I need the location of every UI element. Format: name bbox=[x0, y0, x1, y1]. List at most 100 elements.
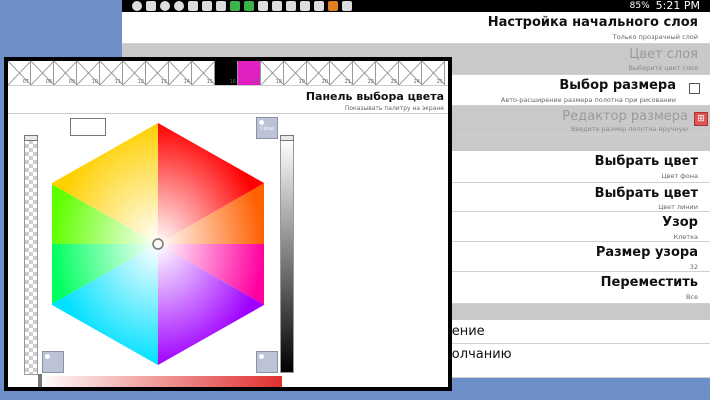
value-slider[interactable] bbox=[280, 139, 294, 373]
youtube-icon bbox=[272, 1, 282, 11]
palette-swatch[interactable]: 07 bbox=[8, 61, 31, 85]
divider bbox=[8, 113, 448, 114]
dot-icon bbox=[259, 354, 264, 359]
swatch-number: 07 bbox=[22, 79, 29, 85]
swatch-number: 09 bbox=[68, 79, 75, 85]
app-icon bbox=[230, 1, 240, 11]
status-bar: 85% 5:21 PM bbox=[122, 0, 710, 12]
swatch-number: 17 bbox=[252, 79, 259, 85]
setting-title: Выбрать цвет bbox=[594, 154, 698, 169]
palette-swatch[interactable]: 19 bbox=[284, 61, 307, 85]
setting-title: Выбрать цвет bbox=[594, 186, 698, 201]
twitter-icon bbox=[216, 1, 226, 11]
value-slider-handle[interactable] bbox=[280, 135, 294, 141]
setting-title: Цвет слоя bbox=[629, 47, 698, 62]
setting-subtitle: 32 bbox=[689, 263, 698, 271]
size-checkbox[interactable] bbox=[689, 83, 700, 94]
palette-swatch[interactable]: 24 bbox=[399, 61, 422, 85]
palette-swatch[interactable]: 25 bbox=[422, 61, 445, 85]
setting-subtitle: Только прозрачный слой bbox=[612, 33, 698, 41]
swatch-number: 16 bbox=[229, 79, 236, 85]
palette-swatch[interactable]: 18 bbox=[261, 61, 284, 85]
swatch-number: 15 bbox=[206, 79, 213, 85]
wrench-icon bbox=[146, 1, 156, 11]
palette-swatch[interactable]: 16 bbox=[215, 61, 238, 85]
corner-button-bottom-right[interactable] bbox=[256, 351, 278, 373]
editor-icon: ⊞ bbox=[694, 112, 708, 126]
swatch-number: 11 bbox=[114, 79, 121, 85]
setting-title: молчанию bbox=[442, 347, 512, 362]
bag-icon bbox=[342, 1, 352, 11]
color-hexagon[interactable] bbox=[52, 123, 264, 365]
app-icon bbox=[174, 1, 184, 11]
hue-strip[interactable] bbox=[38, 376, 282, 387]
setting-subtitle: Клетка bbox=[673, 233, 698, 241]
setting-subtitle: Введите размер полотна вручную bbox=[570, 125, 688, 133]
youtube-icon bbox=[300, 1, 310, 11]
close-button[interactable]: Close bbox=[256, 117, 278, 139]
swatch-number: 14 bbox=[183, 79, 190, 85]
color-picker-screenshot: 07 08 09 10 11 12 13 14 15 16 17 18 19 20 21 22 23 24 25 П… bbox=[4, 57, 452, 391]
setting-subtitle: Авто-расширение размера полотна при рисо… bbox=[500, 96, 676, 104]
palette-bar: 07 08 09 10 11 12 13 14 15 16 17 18 19 20 21 22 23 24 25 bbox=[8, 61, 448, 86]
setting-title: Редактор размера bbox=[562, 109, 688, 124]
palette-swatch[interactable]: 14 bbox=[169, 61, 192, 85]
battery-level: 85% bbox=[629, 0, 650, 11]
swatch-number: 12 bbox=[137, 79, 144, 85]
palette-swatch[interactable]: 23 bbox=[376, 61, 399, 85]
hue-strip-handle[interactable] bbox=[38, 374, 42, 387]
hexagon-svg bbox=[52, 123, 264, 365]
palette-swatch[interactable]: 13 bbox=[146, 61, 169, 85]
setting-subtitle: Цвет фона bbox=[661, 172, 699, 180]
palette-swatch[interactable]: 21 bbox=[330, 61, 353, 85]
corner-button-bottom-left[interactable] bbox=[42, 351, 64, 373]
usb-icon bbox=[160, 1, 170, 11]
setting-subtitle: Все bbox=[685, 293, 698, 301]
swatch-number: 22 bbox=[367, 79, 374, 85]
palette-swatch[interactable]: 15 bbox=[192, 61, 215, 85]
app-icon bbox=[244, 1, 254, 11]
setting-title: Настройка начального слоя bbox=[487, 15, 698, 30]
youtube-icon bbox=[286, 1, 296, 11]
swatch-number: 10 bbox=[91, 79, 98, 85]
status-right: 85% 5:21 PM bbox=[630, 0, 700, 12]
palette-swatch[interactable]: 22 bbox=[353, 61, 376, 85]
close-label: Close bbox=[260, 126, 274, 132]
setting-initial-layer[interactable]: Настройка начального слоя Только прозрач… bbox=[122, 12, 710, 44]
squirrel-icon bbox=[328, 1, 338, 11]
palette-swatch[interactable]: 10 bbox=[77, 61, 100, 85]
swatch-number: 19 bbox=[298, 79, 305, 85]
swatch-number: 24 bbox=[413, 79, 420, 85]
palette-swatch[interactable]: 09 bbox=[54, 61, 77, 85]
warning-icon bbox=[202, 1, 212, 11]
notification-icons bbox=[132, 1, 352, 11]
twitter-icon bbox=[188, 1, 198, 11]
alpha-slider[interactable] bbox=[24, 139, 38, 375]
setting-subtitle: Цвет линии bbox=[658, 203, 698, 211]
clock: 5:21 PM bbox=[655, 0, 700, 12]
shield-icon bbox=[132, 1, 142, 11]
youtube-icon bbox=[314, 1, 324, 11]
swatch-number: 13 bbox=[160, 79, 167, 85]
palette-swatch[interactable]: 08 bbox=[31, 61, 54, 85]
color-picker-panel: 07 08 09 10 11 12 13 14 15 16 17 18 19 20 21 22 23 24 25 П… bbox=[8, 61, 448, 387]
twitter-icon bbox=[258, 1, 268, 11]
palette-swatch[interactable]: 17 bbox=[238, 61, 261, 85]
palette-swatch[interactable]: 12 bbox=[123, 61, 146, 85]
panel-title: Панель выбора цвета bbox=[305, 90, 444, 103]
panel-subtitle: Показывать палитру на экране bbox=[344, 105, 444, 112]
dot-icon bbox=[45, 354, 50, 359]
alpha-slider-handle[interactable] bbox=[24, 135, 38, 141]
dot-icon bbox=[259, 120, 264, 125]
setting-title: Размер узора bbox=[595, 245, 698, 260]
palette-swatch[interactable]: 11 bbox=[100, 61, 123, 85]
swatch-number: 25 bbox=[436, 79, 443, 85]
swatch-number: 23 bbox=[390, 79, 397, 85]
setting-title: Переместить bbox=[600, 275, 698, 290]
palette-swatch[interactable]: 20 bbox=[307, 61, 330, 85]
setting-title: Выбор размера bbox=[559, 78, 676, 93]
swatch-number: 21 bbox=[344, 79, 351, 85]
swatch-number: 08 bbox=[45, 79, 52, 85]
setting-title: Узор bbox=[662, 215, 698, 230]
setting-subtitle: Выберите цвет слоя bbox=[628, 64, 698, 72]
